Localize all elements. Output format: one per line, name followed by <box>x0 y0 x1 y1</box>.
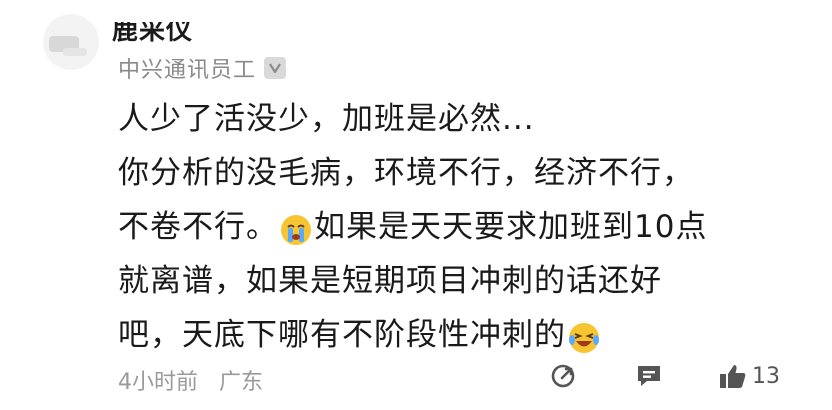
reply-button[interactable] <box>635 362 663 390</box>
comment-meta: 4小时前 广东 <box>118 364 263 396</box>
comment-line: 不卷不行。 如果是天天要求加班到10点 <box>118 209 708 245</box>
laughing-tears-emoji-icon <box>567 318 601 353</box>
like-count: 13 <box>752 363 780 389</box>
share-edit-icon <box>551 364 575 388</box>
verified-badge-icon <box>264 57 287 79</box>
like-button[interactable]: 13 <box>718 362 780 390</box>
crying-emoji-icon <box>279 210 313 245</box>
avatar-image-part <box>63 48 87 56</box>
user-title: 中兴通讯员工 <box>118 58 257 83</box>
thumbs-up-icon <box>720 365 746 388</box>
comment-body: 人少了活没少，加班是必然... 你分析的没毛病，环境不行，经济不行， 不卷不行。… <box>118 92 798 362</box>
user-avatar[interactable] <box>43 14 99 70</box>
user-subline: 中兴通讯员工 <box>118 52 287 84</box>
comment-icon <box>638 366 660 386</box>
share-button[interactable] <box>549 362 577 390</box>
comment-line: 你分析的没毛病，环境不行，经济不行， <box>118 155 694 191</box>
comment-location: 广东 <box>219 370 264 395</box>
comment-line: 人少了活没少，加班是必然... <box>118 101 535 137</box>
comment-line: 就离谱，如果是短期项目冲刺的话还好 <box>118 263 662 299</box>
username[interactable]: 鹿采仪 <box>112 22 193 47</box>
comment-time: 4小时前 <box>118 370 198 395</box>
comment-line: 吧，天底下哪有不阶段性冲刺的 <box>118 308 798 362</box>
